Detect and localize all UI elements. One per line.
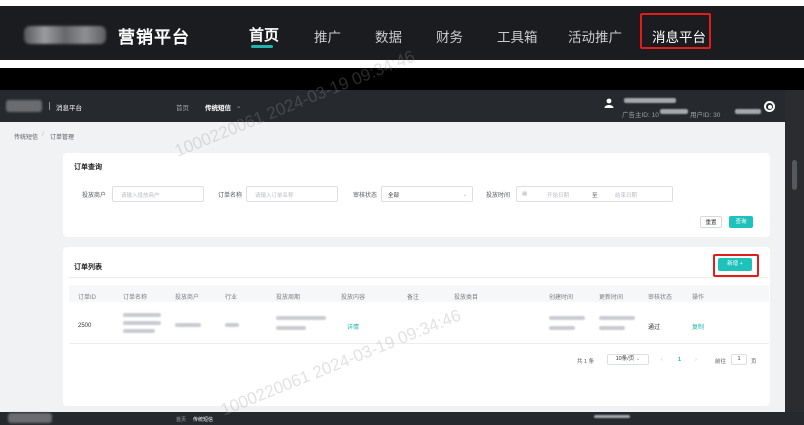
blurred-order-name [123, 329, 155, 333]
blurred-updated [599, 316, 635, 320]
top-white-strip [0, 0, 804, 6]
blurred-updated [599, 326, 625, 330]
blurred-created [549, 326, 575, 330]
nav-item-promotion[interactable]: 推广 [314, 26, 341, 46]
blurred-advertiser-id [660, 109, 688, 114]
nav-item-home[interactable]: 首页 [249, 24, 279, 45]
goto-label: 前往 [715, 359, 727, 365]
prev-page-icon[interactable]: ‹ [661, 357, 663, 363]
search-button[interactable]: 查询 [729, 216, 753, 228]
col-remark: 备注 [407, 295, 420, 301]
blurred-account-name [624, 98, 676, 103]
blurred-order-name [123, 313, 161, 317]
breadcrumb-current: 订单管理 [50, 135, 75, 141]
order-name-placeholder: 请输入订单名称 [255, 193, 294, 199]
cell-order-id: 2500 [78, 323, 92, 329]
blurred-period [276, 316, 326, 320]
right-scrollbar[interactable] [785, 90, 804, 412]
col-industry: 行业 [225, 295, 238, 301]
screenshot-root: 营销平台 首页 推广 数据 财务 工具箱 活动推广 消息平台 消息平台 首页 传… [0, 0, 804, 425]
blurred-industry [225, 323, 239, 327]
chevron-down-icon: ⌄ [462, 192, 467, 198]
review-status-select[interactable]: 全部 ⌄ [381, 186, 473, 202]
col-created: 创建时间 [549, 295, 574, 301]
col-order-name: 订单名称 [123, 295, 148, 301]
blurred-order-name [123, 321, 161, 325]
page-size-select[interactable]: 10条/页 ⌄ [607, 354, 649, 365]
blurred-logo [24, 26, 106, 44]
active-nav-underline [251, 45, 273, 48]
gear-icon[interactable] [764, 101, 775, 112]
header-separator [49, 102, 50, 110]
goto-page-input[interactable]: 1 [731, 354, 747, 365]
blurred-back-button[interactable] [6, 100, 42, 112]
brand-title: 营销平台 [118, 28, 190, 47]
merchant-placeholder: 请输入投放商户 [121, 193, 160, 199]
inner-header-title: 消息平台 [56, 105, 82, 112]
nav-item-finance[interactable]: 财务 [436, 26, 463, 46]
highlight-box-add-button [713, 254, 759, 277]
nav-item-campaign[interactable]: 活动推广 [568, 26, 622, 46]
col-action: 操作 [692, 295, 705, 301]
inner-app-header: 消息平台 首页 传统短信 ⌄ 广告主ID: 10 用户ID: 30 [0, 90, 804, 122]
merchant-label: 投放商户 [82, 193, 107, 199]
order-name-input[interactable]: 请输入订单名称 [246, 186, 338, 202]
next-page-icon[interactable]: › [695, 357, 697, 363]
scrollbar-thumb[interactable] [792, 160, 797, 190]
chevron-down-icon: ⌄ [635, 356, 641, 362]
col-category: 投放类目 [454, 295, 479, 301]
time-range-picker[interactable]: ▦ 开始日期 至 结束日期 [516, 186, 673, 202]
cell-status: 通过 [648, 325, 661, 331]
row-divider [69, 343, 769, 344]
user-id: 用户ID: 30 [690, 112, 721, 119]
calendar-icon: ▦ [522, 191, 528, 197]
breadcrumb-separator: / [42, 132, 44, 138]
breadcrumb-root[interactable]: 传统短信 [14, 132, 38, 141]
nav-item-data[interactable]: 数据 [375, 26, 402, 46]
blurred-user-id [735, 109, 761, 114]
col-merchant: 投放商户 [175, 295, 200, 301]
order-name-label: 订单名称 [218, 193, 243, 199]
copy-link[interactable]: 复制 [692, 322, 704, 331]
nav-item-toolbox[interactable]: 工具箱 [497, 26, 538, 46]
time-label: 投放时间 [486, 193, 511, 199]
order-list-title: 订单列表 [74, 264, 102, 271]
highlight-box-message-platform [640, 13, 711, 49]
start-date-placeholder: 开始日期 [547, 193, 570, 199]
page-size-value: 10条/页 [615, 356, 635, 362]
page-unit: 页 [751, 359, 757, 365]
col-content: 投放内容 [341, 295, 366, 301]
reset-button[interactable]: 重置 [700, 216, 722, 228]
bottom-nav-current: 传统短信 [193, 417, 214, 423]
col-period: 投放周期 [276, 295, 301, 301]
bottom-header-strip: 首页 传统短信 [0, 412, 804, 425]
blurred-back-button [8, 413, 52, 423]
review-status-label: 审核状态 [353, 193, 378, 199]
merchant-input[interactable]: 请输入投放商户 [112, 186, 204, 202]
bottom-nav-home: 首页 [176, 417, 187, 423]
inner-nav-current[interactable]: 传统短信 [205, 102, 231, 112]
range-separator: 至 [592, 193, 598, 199]
review-status-value: 全部 [388, 193, 400, 199]
pagination-total: 共 1 条 [577, 359, 595, 365]
list-divider [69, 277, 769, 278]
col-order-id: 订单ID [78, 295, 97, 301]
blurred-period [276, 326, 306, 330]
blurred-account-name [594, 415, 630, 418]
blurred-merchant [175, 323, 201, 327]
order-query-title: 订单查询 [74, 164, 102, 171]
advertiser-id: 广告主ID: 10 [622, 112, 659, 119]
col-updated: 更新时间 [599, 295, 624, 301]
user-avatar-icon[interactable] [604, 98, 614, 108]
col-status: 审核状态 [648, 295, 673, 301]
page-number-current[interactable]: 1 [678, 357, 681, 363]
blurred-created [549, 316, 585, 320]
inner-nav-home[interactable]: 首页 [176, 102, 189, 112]
content-detail-link[interactable]: 详情 [347, 322, 359, 331]
chevron-down-icon[interactable]: ⌄ [236, 102, 241, 110]
end-date-placeholder: 结束日期 [615, 193, 638, 199]
